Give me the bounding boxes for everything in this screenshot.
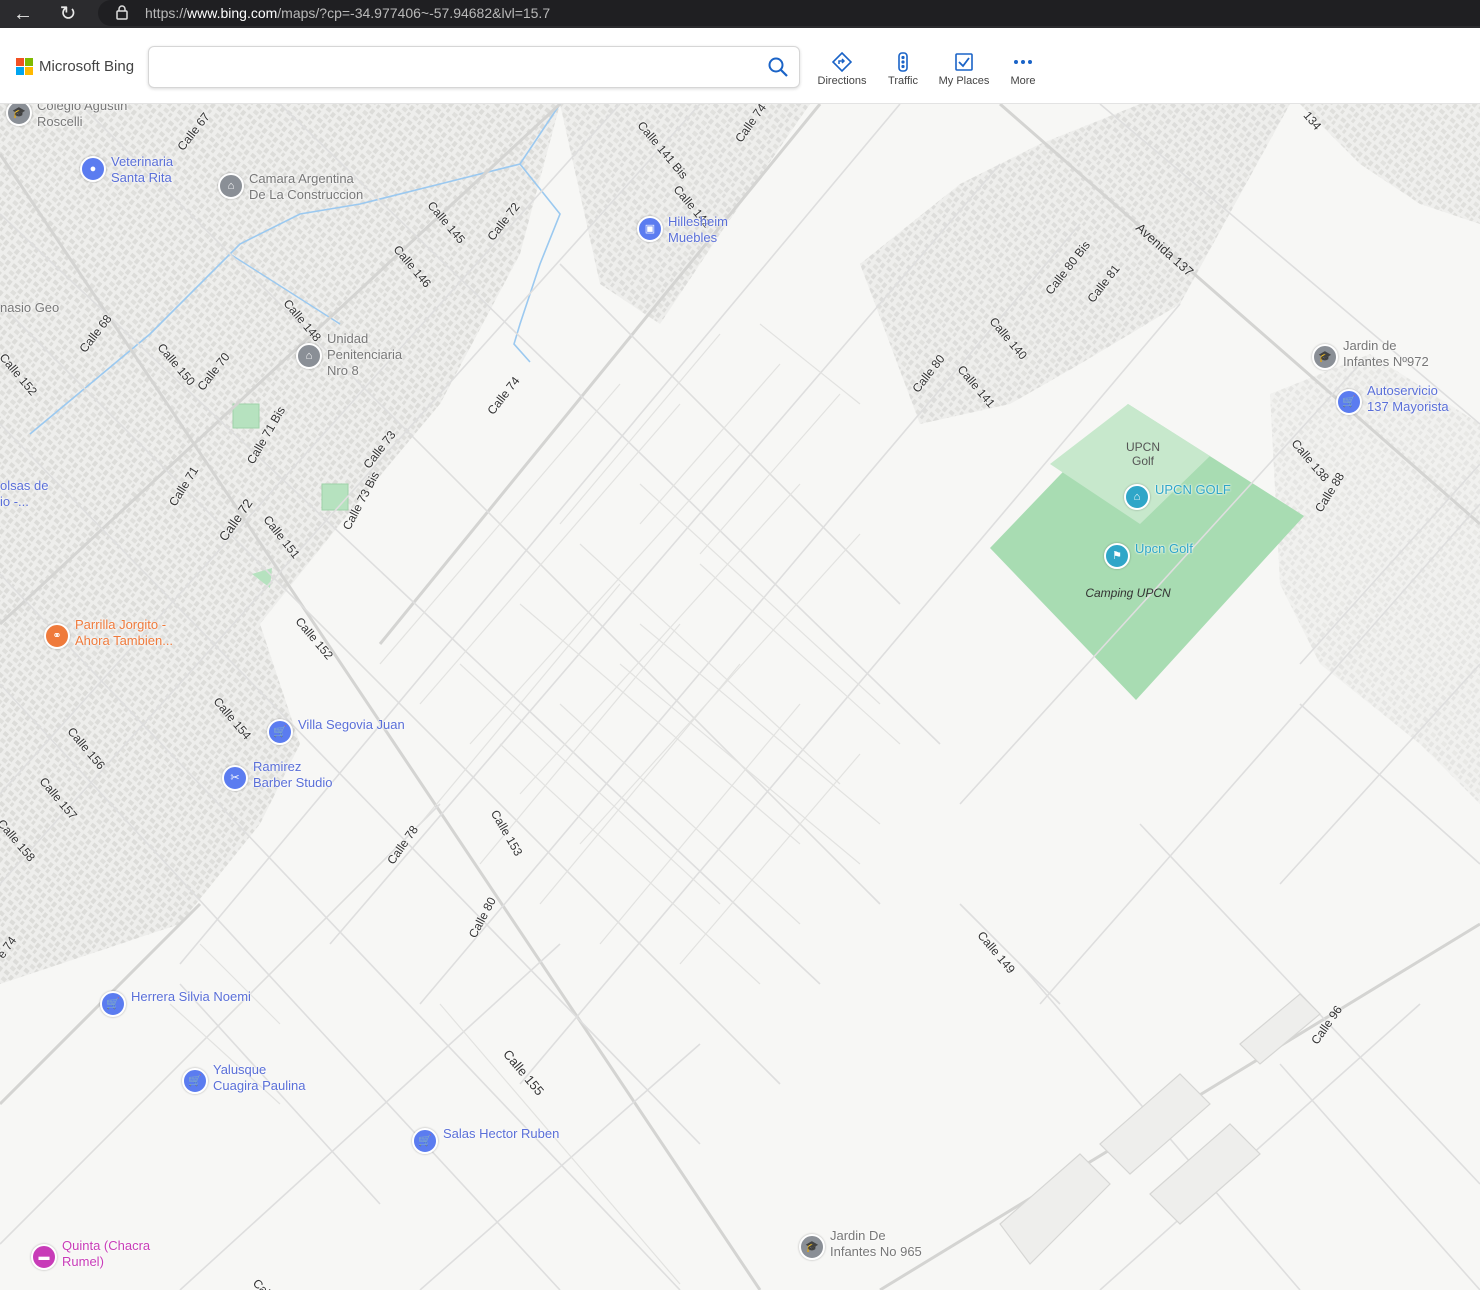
directions-button[interactable]: Directions	[810, 52, 874, 87]
poi-name: Veterinaria Santa Rita	[111, 154, 174, 185]
browser-toolbar: ← ↻ https://www.bing.com/maps/?cp=-34.97…	[0, 0, 1480, 28]
directions-label: Directions	[817, 75, 867, 87]
more-label: More	[1010, 75, 1036, 87]
park-area	[321, 483, 349, 511]
traffic-button[interactable]: Traffic	[871, 52, 935, 87]
poi-jardin-infantes-965[interactable]: 🎓 Jardin De Infantes No 965	[799, 1228, 922, 1260]
poi-quinta-chacra-rumel[interactable]: ▬ Quinta (Chacra Rumel)	[31, 1238, 150, 1270]
poi-unidad-penitenciaria[interactable]: ⌂ Unidad Penitenciaria Nro 8	[296, 331, 402, 379]
poi-salas-hector-ruben[interactable]: 🛒 Salas Hector Ruben	[412, 1126, 559, 1154]
directions-icon	[832, 52, 852, 72]
poi-name: UPCN GOLF	[1155, 482, 1231, 497]
cart-icon: 🛒	[100, 991, 126, 1017]
government-icon: ⌂	[218, 173, 244, 199]
search-icon[interactable]	[767, 56, 789, 78]
park-area	[232, 403, 260, 429]
cart-icon: 🛒	[182, 1068, 208, 1094]
url-host: www.bing.com	[187, 5, 278, 21]
poi-name: Herrera Silvia Noemi	[131, 989, 251, 1004]
bing-logo[interactable]: Microsoft Bing	[16, 58, 134, 75]
back-arrow-icon[interactable]: ←	[12, 3, 34, 25]
lock-icon	[116, 5, 128, 20]
area-label-camping: Camping UPCN	[1085, 586, 1171, 600]
traffic-label: Traffic	[888, 75, 918, 87]
government-icon: ⌂	[296, 343, 322, 369]
poi-ramirez-barber-studio[interactable]: ✂ Ramirez Barber Studio	[222, 759, 333, 791]
paw-icon: ●	[80, 156, 106, 182]
poi-name: Yalusque Cuagira Paulina	[213, 1062, 306, 1093]
search-box[interactable]	[148, 46, 800, 88]
my-places-label: My Places	[938, 75, 990, 87]
scissors-icon: ✂	[222, 765, 248, 791]
poi-name: Parrilla Jorgito - Ahora Tambien...	[75, 617, 174, 648]
url-text[interactable]: https://www.bing.com/maps/?cp=-34.977406…	[145, 5, 550, 21]
cart-icon: 🛒	[267, 719, 293, 745]
logo-text: Microsoft Bing	[39, 58, 135, 75]
poi-name: Upcn Golf	[1135, 541, 1193, 556]
partial-label: olsas de io -...	[0, 478, 48, 510]
poi-jardin-infantes-972[interactable]: 🎓 Jardin de Infantes Nº972	[1312, 338, 1429, 370]
cart-icon: 🛒	[412, 1128, 438, 1154]
cart-icon: 🛒	[1336, 389, 1362, 415]
golf-icon: ⌂	[1124, 484, 1150, 510]
school-icon: 🎓	[799, 1234, 825, 1260]
poi-name: Quinta (Chacra Rumel)	[62, 1238, 151, 1269]
poi-colegio-agustin-roscelli[interactable]: 🎓 Colegio Agustin Roscelli	[6, 104, 127, 130]
housing-blocks	[999, 993, 1321, 1265]
poi-herrera-silvia-noemi[interactable]: 🛒 Herrera Silvia Noemi	[100, 989, 251, 1017]
partial-label: nasio Geo	[0, 300, 59, 316]
poi-name: Unidad Penitenciaria Nro 8	[327, 331, 403, 378]
partial-label-text: olsas de io -...	[0, 478, 49, 509]
poi-name: Ramirez Barber Studio	[253, 759, 333, 790]
map-canvas[interactable]: Calle 67 Calle 141 Bis Calle 74 134 Call…	[0, 104, 1480, 1290]
poi-veterinaria-santa-rita[interactable]: ● Veterinaria Santa Rita	[80, 154, 173, 186]
poi-villa-segovia-juan[interactable]: 🛒 Villa Segovia Juan	[267, 717, 405, 745]
shopping-bag-icon: ▣	[637, 216, 663, 242]
poi-name: Villa Segovia Juan	[298, 717, 405, 732]
traffic-icon	[898, 52, 908, 72]
reload-icon[interactable]: ↻	[57, 3, 79, 25]
url-prefix: https://	[145, 5, 188, 21]
golf-flag-icon: ⚑	[1104, 543, 1130, 569]
partial-label-text: nasio Geo	[0, 300, 60, 315]
my-places-button[interactable]: My Places	[932, 52, 996, 87]
poi-autoservicio-137[interactable]: 🛒 Autoservicio 137 Mayorista	[1336, 383, 1449, 415]
poi-upcn-golf-club[interactable]: ⌂ UPCN GOLF	[1124, 482, 1231, 510]
poi-parrilla-jorgito[interactable]: ⚭ Parrilla Jorgito - Ahora Tambien...	[44, 617, 173, 649]
more-button[interactable]: More	[991, 52, 1055, 87]
poi-name: Camara Argentina De La Construccion	[249, 171, 364, 202]
poi-yalusque-cuagira-paulina[interactable]: 🛒 Yalusque Cuagira Paulina	[182, 1062, 306, 1094]
fork-knife-icon: ⚭	[44, 623, 70, 649]
poi-hillesheim-muebles[interactable]: ▣ Hillesheim Muebles	[637, 214, 728, 246]
url-path: /maps/?cp=-34.977406~-57.94682&lvl=15.7	[277, 5, 551, 21]
bed-icon: ▬	[31, 1244, 57, 1270]
poi-upcn-golf-course[interactable]: ⚑ Upcn Golf	[1104, 541, 1193, 569]
poi-name: Jardin De Infantes No 965	[830, 1228, 922, 1259]
app-header: Microsoft Bing Directions Traffic My Pla…	[0, 28, 1480, 104]
urban-area	[1270, 354, 1480, 804]
more-icon	[1014, 60, 1032, 64]
poi-name: Colegio Agustin Roscelli	[37, 104, 128, 129]
poi-name: Autoservicio 137 Mayorista	[1367, 383, 1449, 414]
my-places-icon	[955, 53, 973, 71]
microsoft-logo-icon	[16, 58, 33, 75]
area-label-upcn-golf: UPCN Golf	[1125, 440, 1160, 468]
poi-name: Salas Hector Ruben	[443, 1126, 560, 1141]
poi-name: Hillesheim Muebles	[668, 214, 728, 245]
urban-area	[1300, 104, 1480, 224]
school-icon: 🎓	[6, 104, 32, 126]
search-input[interactable]	[157, 55, 761, 79]
poi-name: Jardin de Infantes Nº972	[1343, 338, 1429, 369]
school-icon: 🎓	[1312, 344, 1338, 370]
poi-camara-argentina[interactable]: ⌂ Camara Argentina De La Construccion	[218, 171, 363, 203]
